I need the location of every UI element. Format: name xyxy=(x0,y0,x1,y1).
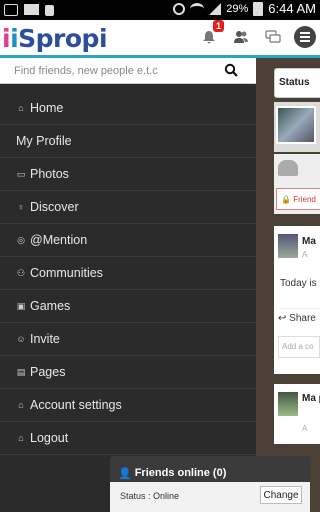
sidebar-item-home[interactable]: ⌂ Home xyxy=(0,92,256,125)
battery-percent: 29% xyxy=(226,2,249,15)
sidebar-item-label: Games xyxy=(30,299,71,313)
change-status-button[interactable]: Change xyxy=(260,486,302,504)
messages-icon[interactable] xyxy=(262,26,284,48)
home-icon: ⌂ xyxy=(18,103,24,113)
sidebar-item-label: Communities xyxy=(30,266,103,280)
person-icon: 👤 xyxy=(118,467,132,480)
post-text: Today is xyxy=(280,278,317,289)
sidebar-item-mention[interactable]: ◎ @Mention xyxy=(0,224,256,257)
post-card: Ma pho A xyxy=(274,384,320,444)
sidebar-item-label: My Profile xyxy=(16,134,72,148)
sidebar-item-label: Pages xyxy=(30,365,66,379)
main-content: Status 🔒 Friend Ma A Today is ↩ Share Ad… xyxy=(256,58,320,512)
discover-icon: ♀ xyxy=(17,202,25,212)
signal-icon xyxy=(209,2,222,15)
search-icon[interactable] xyxy=(224,63,238,77)
sidebar-item-communities[interactable]: ⚇ Communities xyxy=(0,257,256,290)
friends-icon[interactable] xyxy=(230,26,252,48)
clock-time: 6:44 AM xyxy=(268,1,316,16)
post-meta: A xyxy=(302,424,308,433)
mention-icon: ◎ xyxy=(17,234,25,245)
home-icon: ⌂ xyxy=(18,400,24,410)
photos-icon: ▭ xyxy=(16,168,26,179)
menu-icon[interactable] xyxy=(294,26,316,48)
sidebar-item-photos[interactable]: ▭ Photos xyxy=(0,158,256,191)
games-icon: ▣ xyxy=(16,300,26,311)
sidebar: ⌂ Home My Profile ▭ Photos ♀ Discover ◎ … xyxy=(0,58,256,512)
mail-icon xyxy=(24,4,39,15)
friend-button[interactable]: 🔒 Friend xyxy=(276,188,320,210)
app-header: iiSpropi 1 xyxy=(0,20,320,58)
post-card: Ma A Today is ↩ Share Add a co xyxy=(274,226,320,374)
sidebar-item-account-settings[interactable]: ⌂ Account settings xyxy=(0,389,256,422)
sidebar-item-label: Invite xyxy=(30,332,60,346)
sidebar-item-label: Account settings xyxy=(30,398,122,412)
online-status: Status : Online xyxy=(120,491,180,501)
home-icon: ⌂ xyxy=(18,433,24,443)
friends-online-title: Friends online (0) xyxy=(134,467,227,479)
pages-icon: ▤ xyxy=(16,366,26,377)
sidebar-item-label: Logout xyxy=(30,431,69,445)
alarm-icon xyxy=(173,2,186,15)
tab-status[interactable]: Status xyxy=(274,68,320,98)
friends-online-panel: 👤 Friends online (0) Status : Online Cha… xyxy=(110,456,310,512)
notification-badge: 1 xyxy=(212,20,224,32)
sidebar-nav: ⌂ Home My Profile ▭ Photos ♀ Discover ◎ … xyxy=(0,92,256,455)
profile-actions: 🔒 Friend xyxy=(274,154,320,214)
sidebar-item-my-profile[interactable]: My Profile xyxy=(0,125,256,158)
sidebar-item-games[interactable]: ▣ Games xyxy=(0,290,256,323)
lock-icon xyxy=(45,5,54,16)
profile-avatar-box xyxy=(274,102,320,152)
search-input[interactable] xyxy=(14,62,214,80)
post-meta: A xyxy=(302,250,308,259)
wifi-icon xyxy=(190,2,205,15)
sidebar-item-pages[interactable]: ▤ Pages xyxy=(0,356,256,389)
invite-icon: ☺ xyxy=(16,334,26,344)
status-bar: 29% 6:44 AM xyxy=(0,0,320,20)
post-author[interactable]: Ma xyxy=(302,236,316,247)
search-bar xyxy=(0,58,256,84)
sidebar-item-logout[interactable]: ⌂ Logout xyxy=(0,422,256,455)
sidebar-item-label: Photos xyxy=(30,167,69,181)
sidebar-item-discover[interactable]: ♀ Discover xyxy=(0,191,256,224)
avatar[interactable] xyxy=(276,106,316,144)
battery-icon xyxy=(253,1,264,16)
sidebar-item-label: @Mention xyxy=(30,233,88,247)
sidebar-item-invite[interactable]: ☺ Invite xyxy=(0,323,256,356)
communities-icon: ⚇ xyxy=(16,267,26,278)
sidebar-item-label: Home xyxy=(30,101,64,115)
avatar[interactable] xyxy=(278,392,298,416)
add-friend-icon[interactable] xyxy=(278,160,298,176)
gallery-icon xyxy=(4,3,18,16)
comment-input[interactable]: Add a co xyxy=(278,336,320,358)
post-author[interactable]: Ma pho xyxy=(302,394,320,404)
avatar[interactable] xyxy=(278,234,298,258)
spropi-logo[interactable]: iiSpropi xyxy=(2,24,108,53)
sidebar-item-label: Discover xyxy=(30,200,79,214)
share-button[interactable]: ↩ Share xyxy=(278,308,320,324)
friends-online-header[interactable]: 👤 Friends online (0) xyxy=(110,456,310,482)
notifications-icon[interactable]: 1 xyxy=(198,20,224,48)
